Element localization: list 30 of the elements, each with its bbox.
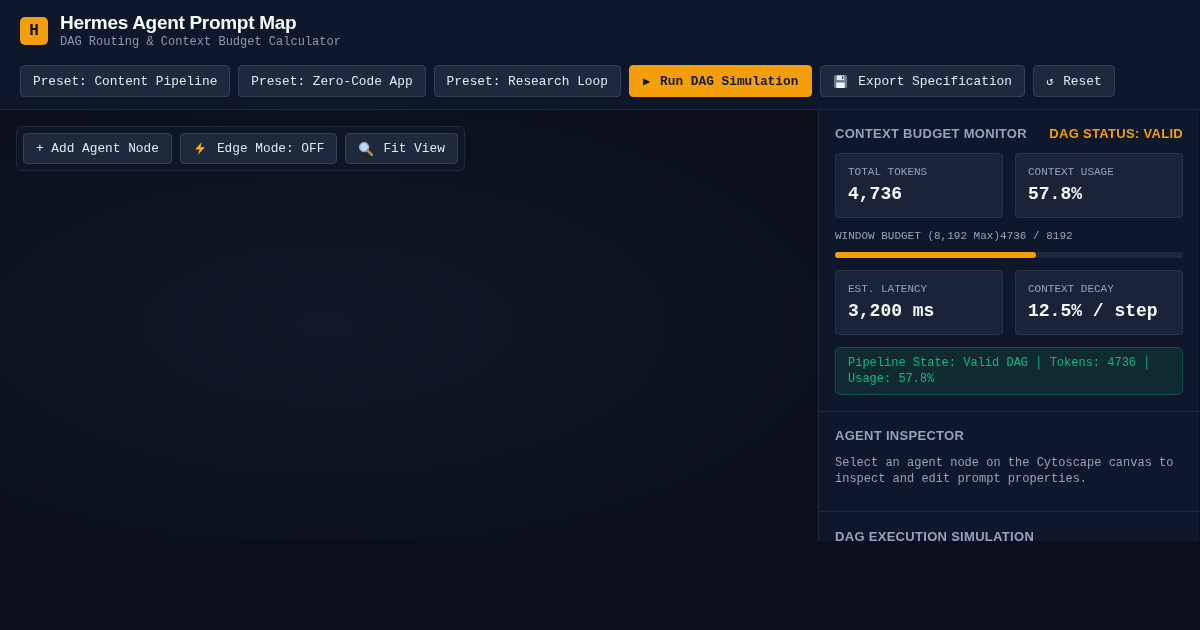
stat-label: CONTEXT DECAY (1028, 283, 1115, 295)
toolbar-button[interactable]: Edge Mode: OFF (179, 133, 338, 164)
section-title: AGENT INSPECTOR (835, 428, 966, 443)
app-logo: H (20, 16, 48, 45)
toolbar-button[interactable]: Preset: Content Pipeline (20, 65, 231, 97)
toolbar-button[interactable]: Fit View (345, 133, 458, 164)
toolbar-button[interactable]: Export Specification (820, 65, 1025, 97)
app-subtitle: DAG Routing & Context Budget Calculator (60, 35, 341, 49)
inspector-hint: Select an agent node on the Cytoscape canvas to inspect and edit prompt properties. (835, 455, 1175, 487)
section-title: DAG EXECUTION SIMULATION (835, 529, 1036, 541)
window-budget-reading: 4736 / 8192 (1000, 230, 1073, 242)
toolbar-button[interactable]: Preset: Zero-Code App (238, 65, 426, 97)
stat-label: TOTAL TOKENS (848, 166, 929, 178)
window-budget-label: WINDOW BUDGET (8,192 Max) (835, 230, 1001, 242)
stat-value: 12.5% / step (1028, 301, 1159, 321)
graph-canvas[interactable]: + Add Agent Node Edge Mode: OFF Fit View (0, 110, 819, 541)
pipeline-state: Pipeline State: Valid DAG │ Tokens: 4736 │ Usage: 57.8% (835, 347, 1183, 395)
stat-value: 4,736 (848, 184, 903, 204)
toolbar-button[interactable]: + Add Agent Node (23, 133, 172, 164)
section-title: CONTEXT BUDGET MONITOR (835, 126, 1027, 141)
stat-label: EST. LATENCY (848, 283, 929, 295)
app-title: Hermes Agent Prompt Map (60, 12, 298, 34)
run-button[interactable]: ▶ Run DAG Simulation (628, 65, 813, 97)
toolbar-button[interactable]: ↺ Reset (1032, 65, 1115, 97)
search-icon (358, 141, 374, 156)
toolbar-button[interactable]: Preset: Research Loop (433, 65, 621, 97)
dag-status: DAG STATUS: VALID (1049, 126, 1183, 141)
stat-value: 3,200 ms (848, 301, 936, 321)
stat-value: 57.8% (1028, 184, 1083, 204)
stat-label: CONTEXT USAGE (1028, 166, 1115, 178)
